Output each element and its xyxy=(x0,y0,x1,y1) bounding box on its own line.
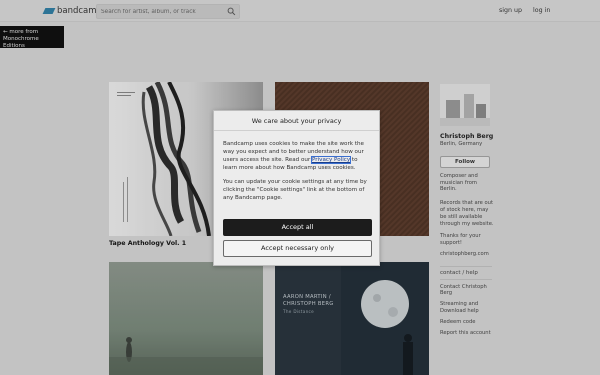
accept-all-button[interactable]: Accept all xyxy=(223,219,372,236)
dialog-title: We care about your privacy xyxy=(214,111,379,131)
cookie-consent-dialog: We care about your privacy Bandcamp uses… xyxy=(213,110,380,266)
accept-necessary-button[interactable]: Accept necessary only xyxy=(223,240,372,257)
privacy-policy-link[interactable]: Privacy Policy xyxy=(311,156,352,164)
cookie-paragraph-1: Bandcamp uses cookies to make the site w… xyxy=(223,140,370,172)
dialog-body: Bandcamp uses cookies to make the site w… xyxy=(214,131,379,202)
cookie-paragraph-2: You can update your cookie settings at a… xyxy=(223,179,367,201)
